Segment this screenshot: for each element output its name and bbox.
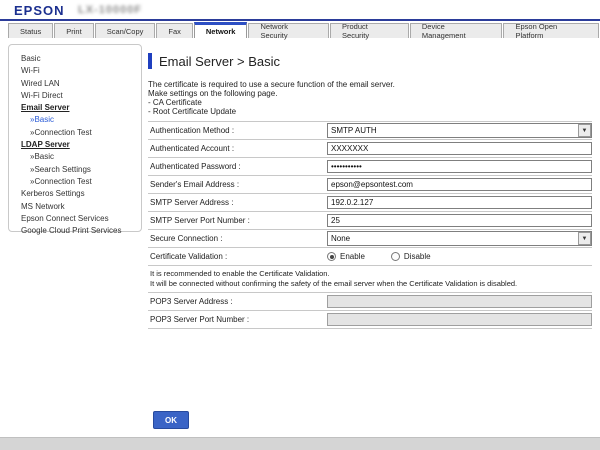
note-line: It will be connected without confirming … xyxy=(150,279,592,289)
cert-validation-note: It is recommended to enable the Certific… xyxy=(148,265,592,292)
sidebar-item-google-cloud-print-services[interactable]: Google Cloud Print Services xyxy=(21,225,141,237)
tab-status[interactable]: Status xyxy=(8,23,53,38)
pop3-port-row: POP3 Server Port Number : xyxy=(148,310,592,328)
sidebar-item-wired-lan[interactable]: Wired LAN xyxy=(21,78,141,90)
auth-method-row: Authentication Method : SMTP AUTH ▼ xyxy=(148,121,592,139)
sidebar-section-ldap-server[interactable]: LDAP Server xyxy=(21,139,141,151)
auth-password-label: Authenticated Password : xyxy=(148,162,327,171)
auth-method-label: Authentication Method : xyxy=(148,126,327,135)
chevron-down-icon[interactable]: ▼ xyxy=(578,124,591,137)
auth-account-input[interactable] xyxy=(327,142,592,155)
pop3-port-label: POP3 Server Port Number : xyxy=(148,315,327,324)
cert-validation-row: Certificate Validation : Enable Disable xyxy=(148,247,592,265)
auth-password-input[interactable] xyxy=(327,160,592,173)
sidebar-item-wifi[interactable]: Wi-Fi xyxy=(21,65,141,77)
smtp-address-row: SMTP Server Address : xyxy=(148,193,592,211)
description-line: - Root Certificate Update xyxy=(148,107,592,116)
cert-validation-enable-radio[interactable]: Enable xyxy=(327,252,365,261)
tab-product-security[interactable]: Product Security xyxy=(330,23,409,38)
auth-account-row: Authenticated Account : xyxy=(148,139,592,157)
auth-account-label: Authenticated Account : xyxy=(148,144,327,153)
note-line: It is recommended to enable the Certific… xyxy=(150,269,592,279)
auth-password-row: Authenticated Password : xyxy=(148,157,592,175)
smtp-port-input[interactable] xyxy=(327,214,592,227)
footer-bar xyxy=(0,437,600,450)
pop3-address-row: POP3 Server Address : xyxy=(148,292,592,310)
pop3-address-input xyxy=(327,295,592,308)
cert-validation-enable-label: Enable xyxy=(340,252,365,261)
sidebar-item-epson-connect-services[interactable]: Epson Connect Services xyxy=(21,213,141,225)
sidebar-item-ldap-basic[interactable]: »Basic xyxy=(21,151,141,163)
sidebar-nav: Basic Wi-Fi Wired LAN Wi-Fi Direct Email… xyxy=(8,44,142,232)
page-title: Email Server > Basic xyxy=(159,54,280,69)
tab-network[interactable]: Network xyxy=(194,22,248,38)
sidebar-item-basic[interactable]: Basic xyxy=(21,53,141,65)
sender-email-input[interactable] xyxy=(327,178,592,191)
secure-connection-select[interactable]: None ▼ xyxy=(327,231,592,246)
sidebar-item-email-server-connection-test[interactable]: »Connection Test xyxy=(21,127,141,139)
tab-device-management[interactable]: Device Management xyxy=(410,23,503,38)
header: EPSON LX-10000F xyxy=(0,0,600,19)
sidebar-item-ldap-connection-test[interactable]: »Connection Test xyxy=(21,176,141,188)
auth-method-selected-value: SMTP AUTH xyxy=(328,126,578,135)
sidebar-item-kerberos-settings[interactable]: Kerberos Settings xyxy=(21,188,141,200)
radio-selected-icon[interactable] xyxy=(327,252,336,261)
title-accent-bar xyxy=(148,53,152,69)
sender-email-label: Sender's Email Address : xyxy=(148,180,327,189)
auth-method-select[interactable]: SMTP AUTH ▼ xyxy=(327,123,592,138)
pop3-address-label: POP3 Server Address : xyxy=(148,297,327,306)
tab-epson-open-platform[interactable]: Epson Open Platform xyxy=(503,23,599,38)
description-line: Make settings on the following page. xyxy=(148,89,592,98)
smtp-port-label: SMTP Server Port Number : xyxy=(148,216,327,225)
email-server-form: Authentication Method : SMTP AUTH ▼ Auth… xyxy=(148,121,592,329)
smtp-port-row: SMTP Server Port Number : xyxy=(148,211,592,229)
sidebar-item-ldap-search-settings[interactable]: »Search Settings xyxy=(21,164,141,176)
cert-validation-disable-label: Disable xyxy=(404,252,431,261)
tab-fax[interactable]: Fax xyxy=(156,23,193,38)
sender-email-row: Sender's Email Address : xyxy=(148,175,592,193)
secure-connection-row: Secure Connection : None ▼ xyxy=(148,229,592,247)
ok-button[interactable]: OK xyxy=(153,411,189,429)
description-line: The certificate is required to use a sec… xyxy=(148,80,592,89)
smtp-address-input[interactable] xyxy=(327,196,592,209)
tab-network-security[interactable]: Network Security xyxy=(248,23,329,38)
pop3-port-input xyxy=(327,313,592,326)
sidebar-item-ms-network[interactable]: MS Network xyxy=(21,201,141,213)
cert-validation-disable-radio[interactable]: Disable xyxy=(391,252,431,261)
secure-connection-label: Secure Connection : xyxy=(148,234,327,243)
sidebar-item-email-server-basic[interactable]: »Basic xyxy=(21,114,141,126)
tab-scan-copy[interactable]: Scan/Copy xyxy=(95,23,156,38)
cert-validation-label: Certificate Validation : xyxy=(148,252,327,261)
sidebar-item-wifi-direct[interactable]: Wi-Fi Direct xyxy=(21,90,141,102)
main-content: Email Server > Basic The certificate is … xyxy=(148,52,592,329)
tab-bar: Status Print Scan/Copy Fax Network Netwo… xyxy=(0,22,600,38)
description-line: - CA Certificate xyxy=(148,98,592,107)
smtp-address-label: SMTP Server Address : xyxy=(148,198,327,207)
radio-unselected-icon[interactable] xyxy=(391,252,400,261)
chevron-down-icon[interactable]: ▼ xyxy=(578,232,591,245)
tab-print[interactable]: Print xyxy=(54,23,93,38)
header-divider xyxy=(0,19,600,21)
epson-logo: EPSON xyxy=(14,3,65,18)
page-description: The certificate is required to use a sec… xyxy=(148,80,592,116)
sidebar-section-email-server[interactable]: Email Server xyxy=(21,102,141,114)
printer-model-name: LX-10000F xyxy=(78,4,142,16)
secure-connection-selected-value: None xyxy=(328,234,578,243)
